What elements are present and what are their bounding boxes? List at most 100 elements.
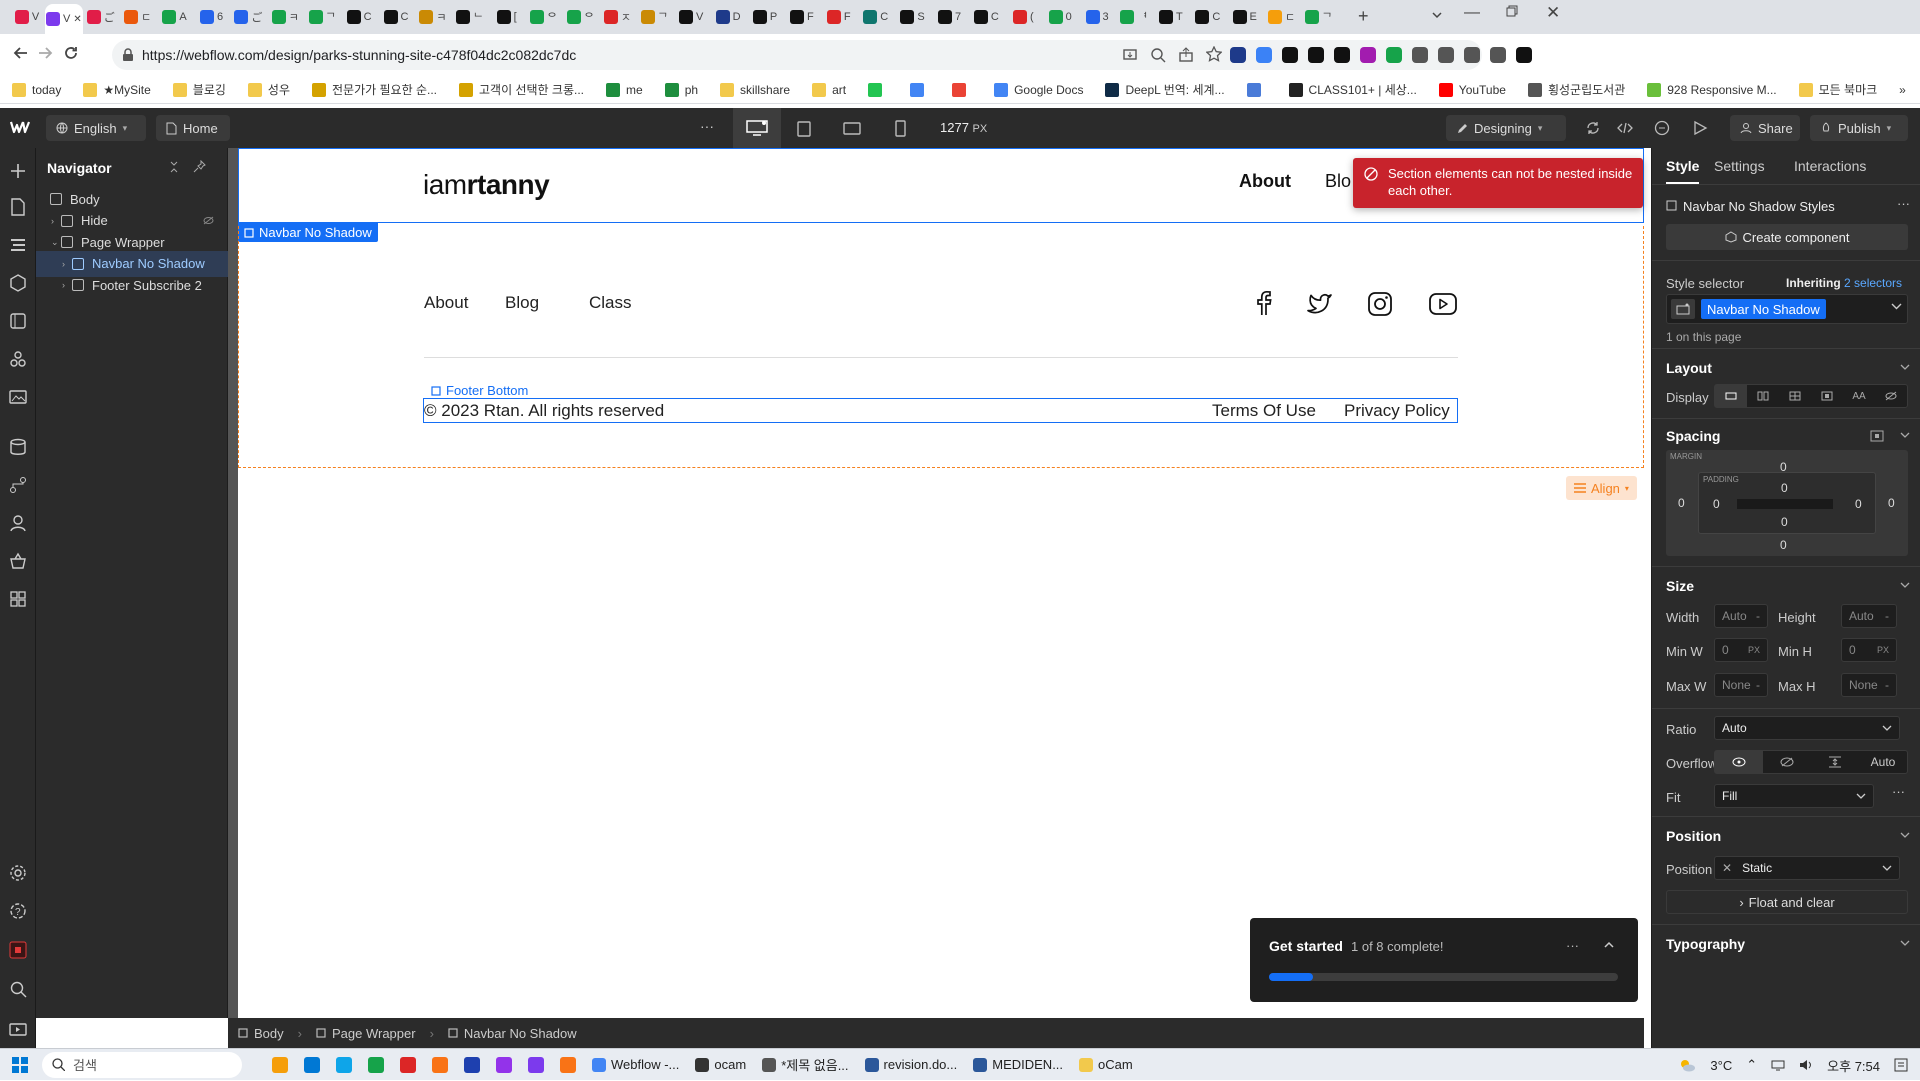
page-selector[interactable]: Home <box>156 115 230 141</box>
new-tab-button[interactable]: + <box>1358 6 1369 27</box>
display-flex-icon[interactable] <box>1747 385 1779 407</box>
privacy-link[interactable]: Privacy Policy <box>1344 401 1450 421</box>
minimize-button[interactable]: — <box>1464 4 1480 22</box>
code-icon[interactable] <box>1617 120 1633 136</box>
browser-tab[interactable]: ᄋ <box>525 4 563 30</box>
forward-icon[interactable] <box>36 44 54 62</box>
design-canvas[interactable]: iamrtanny About Blo Navbar No Shadow Sec… <box>238 148 1644 1018</box>
weather-icon[interactable] <box>1678 1058 1696 1072</box>
position-select[interactable]: ✕ Static <box>1714 856 1900 880</box>
browser-extension-icon[interactable] <box>1256 47 1272 63</box>
browser-tab[interactable]: ㄷ <box>1263 4 1301 30</box>
lock-icon[interactable] <box>122 48 134 62</box>
browser-tab[interactable]: ご <box>82 4 120 30</box>
fit-select[interactable]: Fill <box>1714 784 1874 808</box>
site-logo[interactable]: iamrtanny <box>423 169 550 201</box>
instagram-icon[interactable] <box>1367 291 1393 317</box>
margin-bottom-value[interactable]: 0 <box>1780 538 1787 552</box>
footer-link-about[interactable]: About <box>424 293 468 313</box>
browser-tab[interactable]: ㅋ <box>266 4 304 30</box>
display-block-icon[interactable] <box>1715 385 1747 407</box>
display-none-icon[interactable] <box>1875 385 1907 407</box>
volume-icon[interactable] <box>1799 1059 1813 1071</box>
chevron-down-icon[interactable] <box>1900 832 1910 839</box>
browser-extension-icon[interactable] <box>1412 47 1428 63</box>
bookmark-item[interactable]: ph <box>664 82 698 97</box>
footer-link-class[interactable]: Class <box>589 293 632 313</box>
components-icon[interactable] <box>9 274 27 292</box>
margin-right-value[interactable]: 0 <box>1888 496 1895 510</box>
browser-tab[interactable]: 6 <box>193 4 231 30</box>
taskbar-window-button[interactable]: oCam <box>1079 1057 1133 1072</box>
browser-extension-icon[interactable] <box>1386 47 1402 63</box>
taskbar-app-icon[interactable] <box>528 1056 544 1073</box>
browser-tab[interactable]: ご <box>229 4 267 30</box>
position-section-title[interactable]: Position <box>1666 828 1721 844</box>
assets-icon[interactable] <box>9 388 27 406</box>
chevron-down-icon[interactable] <box>1900 432 1910 439</box>
tab-interactions[interactable]: Interactions <box>1794 158 1866 174</box>
breakpoint-landscape-icon[interactable] <box>843 122 861 135</box>
max-height-input[interactable]: None - <box>1841 673 1897 697</box>
tab-search-icon[interactable] <box>1430 8 1444 22</box>
create-component-button[interactable]: Create component <box>1666 224 1908 250</box>
users-icon[interactable] <box>9 514 27 532</box>
variables-icon[interactable] <box>9 312 27 330</box>
chevron-down-icon[interactable]: ⌄ <box>51 237 61 248</box>
footer-subscribe-2[interactable]: About Blog Class Footer Bottom © 2023 Rt… <box>238 226 1644 468</box>
zoom-icon[interactable] <box>1150 47 1166 63</box>
address-bar[interactable]: https://webflow.com/design/parks-stunnin… <box>112 40 1482 70</box>
breadcrumb-item[interactable]: Page Wrapper <box>316 1026 416 1041</box>
collapse-icon[interactable] <box>168 161 180 173</box>
browser-tab[interactable]: C <box>377 4 415 30</box>
browser-tab[interactable]: ᅧ <box>1115 4 1153 30</box>
browser-tab[interactable]: V <box>8 4 46 30</box>
chevron-right-icon[interactable]: › <box>62 280 72 290</box>
apps-icon[interactable] <box>9 590 27 608</box>
browser-tab[interactable]: ᄂ <box>451 4 489 30</box>
network-icon[interactable] <box>1771 1059 1785 1071</box>
browser-extension-icon[interactable] <box>1282 47 1298 63</box>
inheriting-count[interactable]: 2 selectors <box>1844 276 1902 290</box>
more-options-icon[interactable]: ··· <box>1897 196 1910 211</box>
browser-tab[interactable]: 0 <box>1041 4 1079 30</box>
align-button[interactable]: Align ▾ <box>1566 476 1637 500</box>
breakpoint-mobile-icon[interactable] <box>895 120 906 137</box>
display-inline-icon[interactable]: AA <box>1843 385 1875 407</box>
taskbar-app-icon[interactable] <box>304 1056 320 1073</box>
tab-style[interactable]: Style <box>1666 158 1700 184</box>
share-page-icon[interactable] <box>1178 47 1194 63</box>
browser-tab[interactable]: ( <box>1004 4 1042 30</box>
breakpoint-desktop-button[interactable] <box>733 108 781 148</box>
record-icon[interactable] <box>9 941 27 959</box>
bookmark-item[interactable]: skillshare <box>720 82 790 97</box>
browser-tab[interactable]: F <box>783 4 821 30</box>
maximize-button[interactable] <box>1506 5 1518 17</box>
taskbar-search[interactable]: 검색 <box>42 1051 242 1078</box>
bookmark-item[interactable] <box>868 82 888 97</box>
bookmark-item[interactable]: 전문가가 필요한 순... <box>312 81 437 98</box>
footer-link-blog[interactable]: Blog <box>505 293 539 313</box>
navigator-icon[interactable] <box>9 236 27 254</box>
breadcrumb-item[interactable]: Navbar No Shadow <box>448 1026 577 1041</box>
min-height-input[interactable]: 0 PX <box>1841 638 1897 662</box>
max-width-input[interactable]: None - <box>1714 673 1768 697</box>
settings-gear-icon[interactable] <box>9 864 27 882</box>
bookmark-item[interactable] <box>1246 82 1267 97</box>
browser-tab[interactable]: A <box>156 4 194 30</box>
bookmark-item[interactable]: YouTube <box>1438 82 1506 97</box>
browser-tab[interactable]: F <box>820 4 858 30</box>
webflow-logo-icon[interactable] <box>10 120 30 134</box>
padding-left-value[interactable]: 0 <box>1713 497 1720 511</box>
publish-button[interactable]: Publish ▾ <box>1810 115 1908 141</box>
nav-link-blog[interactable]: Blo <box>1325 171 1351 192</box>
ratio-select[interactable]: Auto <box>1714 716 1900 740</box>
bookmark-item[interactable] <box>952 82 972 97</box>
more-options-icon[interactable]: ··· <box>1892 784 1905 799</box>
help-icon[interactable]: ? <box>9 902 27 920</box>
breakpoint-tablet-icon[interactable] <box>797 121 811 137</box>
style-selector-field[interactable]: Navbar No Shadow <box>1666 294 1908 324</box>
style-manager-icon[interactable] <box>9 350 27 368</box>
tray-chevron-icon[interactable]: ⌃ <box>1746 1057 1757 1073</box>
taskbar-app-icon[interactable] <box>400 1056 416 1073</box>
